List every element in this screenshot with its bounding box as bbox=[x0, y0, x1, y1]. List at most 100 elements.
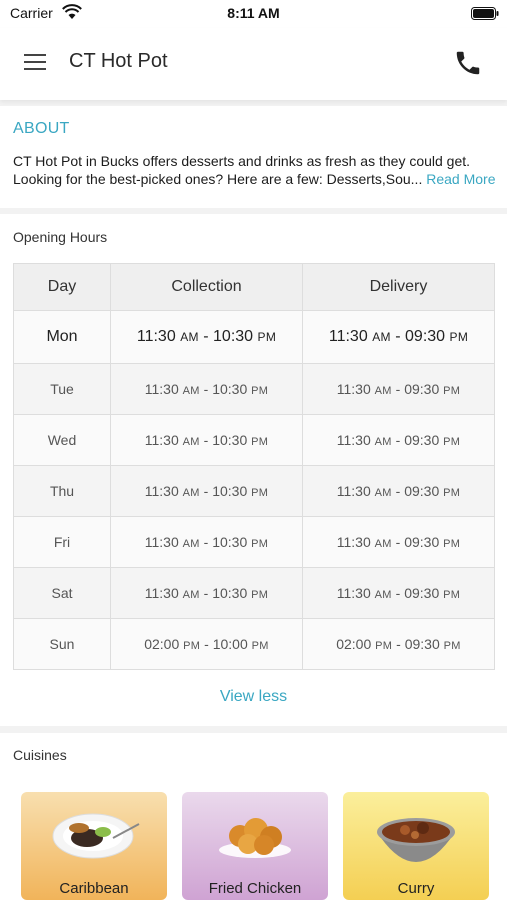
collection-hours-cell: 11:30 AM - 10:30 PM bbox=[110, 516, 303, 568]
open-time: 11:30 bbox=[144, 381, 179, 397]
close-period-time: PM bbox=[443, 538, 461, 550]
collection-hours-cell: 11:30 AM - 10:30 PM bbox=[110, 310, 303, 364]
close-time: 10:30 bbox=[212, 432, 248, 448]
hamburger-menu-icon[interactable] bbox=[20, 49, 50, 75]
open-time: 11:30 bbox=[336, 381, 371, 397]
hours-table-body: Mon 11:30 AM - 10:30 PM 11:30 AM - 09:30 P… bbox=[13, 310, 495, 670]
open-time: 11:30 bbox=[336, 483, 371, 499]
app-header: CT Hot Pot bbox=[0, 28, 507, 100]
close-time: 09:30 bbox=[405, 328, 446, 345]
day-cell: Sat bbox=[13, 567, 111, 619]
open-time: 11:30 bbox=[144, 483, 179, 499]
close-time: 09:30 bbox=[404, 636, 440, 652]
close-time: 10:00 bbox=[212, 636, 248, 652]
close-time: 10:30 bbox=[212, 483, 248, 499]
delivery-hours-cell: 11:30 AM - 09:30 PM bbox=[302, 310, 495, 364]
open-period-time: AM bbox=[182, 538, 200, 550]
close-period-time: PM bbox=[443, 589, 461, 601]
close-time: 09:30 bbox=[404, 381, 440, 397]
time-separator: - bbox=[390, 328, 406, 345]
open-time: 11:30 bbox=[336, 585, 371, 601]
open-period-time: AM bbox=[374, 385, 392, 397]
header-day: Day bbox=[13, 263, 111, 311]
open-period-time: AM bbox=[182, 385, 200, 397]
open-time: 11:30 bbox=[144, 534, 179, 550]
delivery-hours-cell: 11:30 AM - 09:30 PM bbox=[302, 465, 495, 517]
time-separator: - bbox=[391, 534, 405, 550]
open-time: 11:30 bbox=[144, 585, 179, 601]
table-row: Fri 11:30 AM - 10:30 PM 11:30 AM - 09:30 P… bbox=[13, 516, 495, 568]
open-period-time: AM bbox=[374, 589, 392, 601]
collection-hours-cell: 11:30 AM - 10:30 PM bbox=[110, 465, 303, 517]
phone-icon[interactable] bbox=[452, 48, 484, 78]
time-separator: - bbox=[391, 585, 405, 601]
curry-bowl-icon bbox=[377, 818, 455, 862]
close-period-time: PM bbox=[251, 436, 269, 448]
header-delivery: Delivery bbox=[302, 263, 495, 311]
caribbean-dish-icon bbox=[52, 813, 140, 859]
close-time: 09:30 bbox=[404, 585, 440, 601]
close-period-time: PM bbox=[257, 330, 277, 344]
collection-hours-cell: 02:00 PM - 10:00 PM bbox=[110, 618, 303, 670]
time-separator: - bbox=[200, 636, 213, 652]
table-row: Wed 11:30 AM - 10:30 PM 11:30 AM - 09:30 P… bbox=[13, 414, 495, 466]
table-row: Mon 11:30 AM - 10:30 PM 11:30 AM - 09:30 P… bbox=[13, 310, 495, 364]
day-cell: Wed bbox=[13, 414, 111, 466]
cuisine-label: Fried Chicken bbox=[208, 880, 302, 897]
header-collection: Collection bbox=[110, 263, 303, 311]
close-period-time: PM bbox=[251, 589, 269, 601]
time-separator: - bbox=[199, 432, 213, 448]
open-period-time: PM bbox=[183, 640, 201, 652]
read-more-link[interactable]: Read More bbox=[422, 171, 495, 187]
cuisine-label: Caribbean bbox=[59, 880, 129, 897]
close-time: 10:30 bbox=[212, 585, 248, 601]
about-text: CT Hot Pot in Bucks offers desserts and … bbox=[13, 152, 497, 188]
cuisine-card-curry[interactable]: Curry bbox=[343, 792, 489, 900]
time-separator: - bbox=[392, 636, 405, 652]
view-less-link[interactable]: View less bbox=[0, 688, 507, 706]
delivery-hours-cell: 11:30 AM - 09:30 PM bbox=[302, 516, 495, 568]
about-description: CT Hot Pot in Bucks offers desserts and … bbox=[13, 153, 471, 187]
table-header-row: Day Collection Delivery bbox=[13, 263, 495, 311]
time-separator: - bbox=[199, 483, 213, 499]
collection-hours-cell: 11:30 AM - 10:30 PM bbox=[110, 363, 303, 415]
cuisine-card-fried-chicken[interactable]: Fried Chicken bbox=[182, 792, 328, 900]
day-cell: Fri bbox=[13, 516, 111, 568]
close-time: 10:30 bbox=[212, 381, 248, 397]
cuisines-title: Cuisines bbox=[13, 747, 67, 763]
cuisine-label: Curry bbox=[397, 880, 435, 897]
cuisine-card-caribbean[interactable]: Caribbean bbox=[21, 792, 167, 900]
close-time: 09:30 bbox=[404, 483, 440, 499]
open-period-time: AM bbox=[180, 330, 199, 344]
status-bar: Carrier 8:11 AM bbox=[0, 0, 507, 28]
open-period-time: AM bbox=[372, 330, 391, 344]
open-period-time: AM bbox=[182, 487, 200, 499]
table-row: Tue 11:30 AM - 10:30 PM 11:30 AM - 09:30 P… bbox=[13, 363, 495, 415]
open-time: 11:30 bbox=[328, 328, 368, 345]
time-separator: - bbox=[391, 432, 405, 448]
close-period-time: PM bbox=[443, 385, 461, 397]
delivery-hours-cell: 11:30 AM - 09:30 PM bbox=[302, 414, 495, 466]
close-period-time: PM bbox=[251, 640, 269, 652]
close-period-time: PM bbox=[449, 330, 469, 344]
opening-hours-title: Opening Hours bbox=[13, 229, 108, 245]
open-period-time: PM bbox=[375, 640, 393, 652]
close-time: 10:30 bbox=[213, 328, 254, 345]
close-period-time: PM bbox=[443, 436, 461, 448]
open-time: 11:30 bbox=[336, 432, 371, 448]
about-title: ABOUT bbox=[13, 120, 70, 137]
open-period-time: AM bbox=[182, 589, 200, 601]
open-time: 11:30 bbox=[136, 328, 176, 345]
close-period-time: PM bbox=[251, 487, 269, 499]
delivery-hours-cell: 02:00 PM - 09:30 PM bbox=[302, 618, 495, 670]
battery-icon bbox=[471, 7, 499, 20]
day-cell: Thu bbox=[13, 465, 111, 517]
time-separator: - bbox=[199, 381, 213, 397]
opening-hours-section: Opening Hours Day Collection Delivery Mo… bbox=[0, 214, 507, 726]
time-separator: - bbox=[199, 585, 213, 601]
day-cell: Tue bbox=[13, 363, 111, 415]
open-period-time: AM bbox=[182, 436, 200, 448]
open-period-time: AM bbox=[374, 487, 392, 499]
collection-hours-cell: 11:30 AM - 10:30 PM bbox=[110, 414, 303, 466]
open-time: 11:30 bbox=[336, 534, 371, 550]
